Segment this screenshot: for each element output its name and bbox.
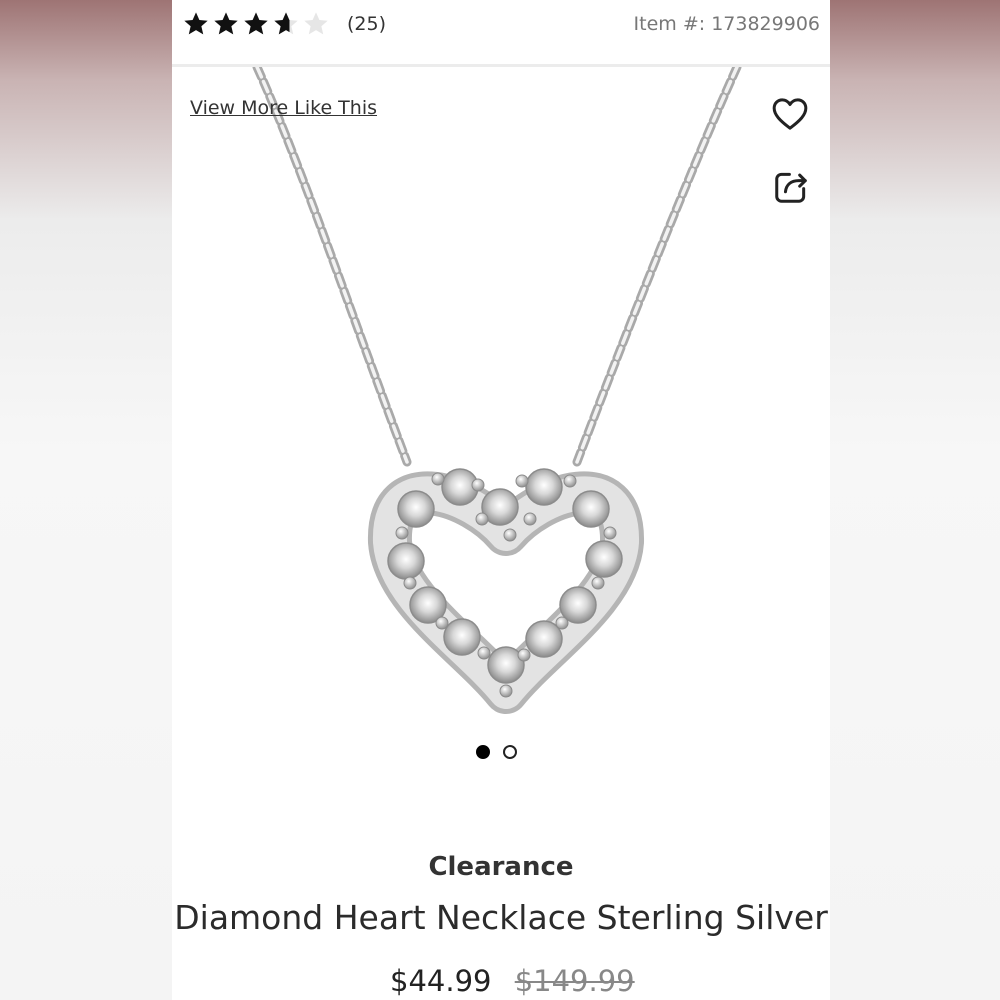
star-icon (244, 12, 268, 35)
star-icon (214, 12, 238, 35)
review-count[interactable]: (25) (347, 13, 386, 35)
price-block: $44.99 $149.99 (390, 964, 635, 998)
clearance-badge: Clearance (428, 852, 574, 882)
sale-price: $44.99 (390, 964, 492, 998)
item-number: Item #: 173829906 (633, 13, 820, 35)
product-page: (25) Item #: 173829906 View More Like Th… (172, 0, 830, 1000)
rating-header: (25) Item #: 173829906 (172, 0, 830, 67)
share-icon[interactable] (772, 168, 810, 206)
star-icon (274, 12, 298, 35)
star-icon (184, 12, 208, 35)
product-title: Diamond Heart Necklace Sterling Silver (174, 898, 828, 937)
background-left (0, 0, 172, 1000)
original-price: $149.99 (514, 964, 635, 998)
carousel-indicators (476, 745, 517, 759)
product-image[interactable] (172, 67, 830, 767)
background-right (830, 0, 1000, 1000)
carousel-dot-1[interactable] (476, 745, 490, 759)
star-rating[interactable] (182, 10, 330, 38)
heart-icon[interactable] (770, 94, 810, 134)
carousel-dot-2[interactable] (503, 745, 517, 759)
view-more-like-this-link[interactable]: View More Like This (190, 97, 377, 119)
star-empty-icon (304, 12, 328, 35)
